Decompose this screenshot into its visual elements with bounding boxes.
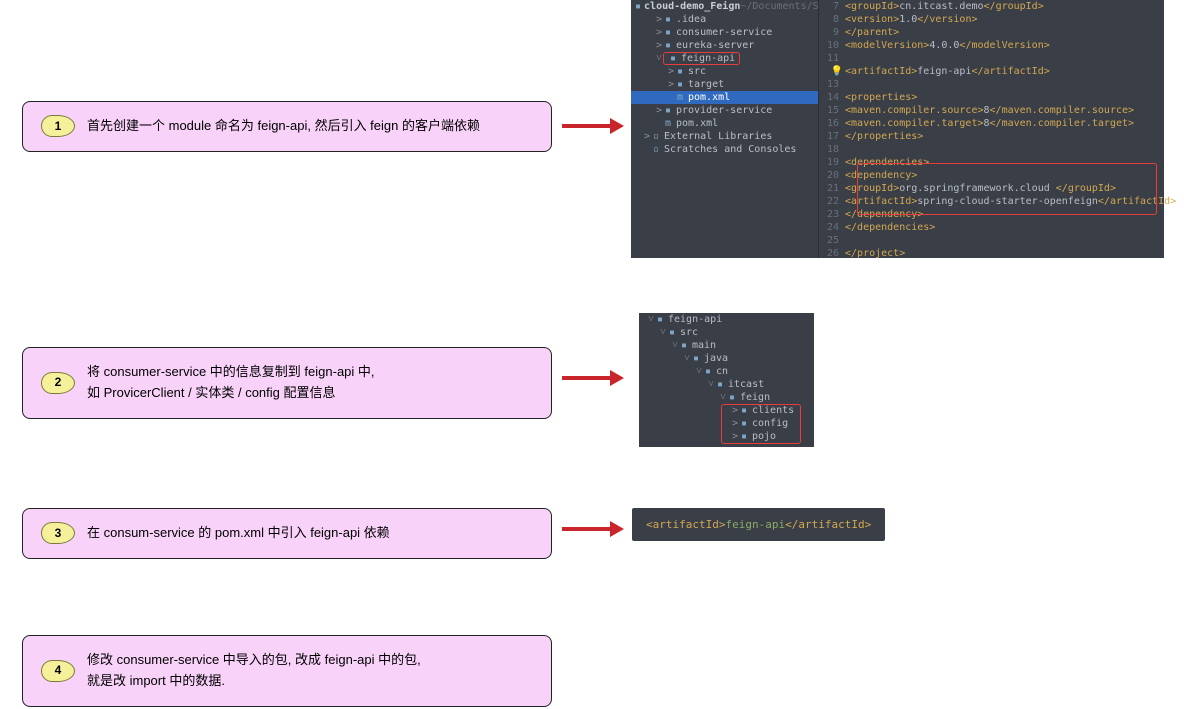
code-line: 14 <properties> bbox=[819, 91, 1164, 104]
step-1-box: 1 首先创建一个 module 命名为 feign-api, 然后引入 feig… bbox=[22, 101, 552, 152]
tree-item[interactable]: > ▪.idea bbox=[631, 13, 818, 26]
tree-item[interactable]: ˅ ▪main bbox=[639, 339, 814, 352]
artifact-snippet: <artifactId>feign-api</artifactId> bbox=[632, 508, 885, 541]
tree-item[interactable]: > ▪eureka-server bbox=[631, 39, 818, 52]
code-line: 10 <modelVersion>4.0.0</modelVersion> bbox=[819, 39, 1164, 52]
tree-item[interactable]: ▫Scratches and Consoles bbox=[631, 143, 818, 156]
code-line: 8 <version>1.0</version> bbox=[819, 13, 1164, 26]
ide-package-tree: ˅ ▪feign-api˅ ▪src˅ ▪main˅ ▪java˅ ▪cn˅ ▪… bbox=[639, 313, 814, 447]
package-highlight bbox=[721, 404, 801, 444]
code-line: 26</project> bbox=[819, 247, 1164, 260]
snippet-open: <artifactId> bbox=[646, 518, 725, 531]
tree-item[interactable]: ˅ ▪feign-api bbox=[639, 313, 814, 326]
step-4-text-2: 就是改 import 中的数据. bbox=[87, 671, 533, 692]
code-line: 15 <maven.compiler.source>8</maven.compi… bbox=[819, 104, 1164, 117]
ide-pom-editor: 7 <groupId>cn.itcast.demo</groupId>8 <ve… bbox=[819, 0, 1164, 258]
step-4-text-1: 修改 consumer-service 中导入的包, 改成 feign-api … bbox=[87, 650, 533, 671]
tree-item[interactable]: mpom.xml bbox=[631, 117, 818, 130]
tree-item[interactable]: > ▪consumer-service bbox=[631, 26, 818, 39]
arrow-1 bbox=[562, 118, 624, 134]
tree-item[interactable]: > ▪target bbox=[631, 78, 818, 91]
snippet-value: feign-api bbox=[725, 518, 785, 531]
step-3-text: 在 consum-service 的 pom.xml 中引入 feign-api… bbox=[87, 523, 533, 544]
tree-item[interactable]: ˅ ▪src bbox=[639, 326, 814, 339]
step-2-text-2: 如 ProvicerClient / 实体类 / config 配置信息 bbox=[87, 383, 533, 404]
ide-project-tree: ▪cloud-demo_Feign ~/Documents/Study/Git/… bbox=[631, 0, 819, 258]
tree-item[interactable]: > ▪provider-service bbox=[631, 104, 818, 117]
step-2-badge: 2 bbox=[41, 372, 75, 394]
tree-item[interactable]: > ▪src bbox=[631, 65, 818, 78]
step-3-box: 3 在 consum-service 的 pom.xml 中引入 feign-a… bbox=[22, 508, 552, 559]
step-3-badge: 3 bbox=[41, 522, 75, 544]
step-2-box: 2 将 consumer-service 中的信息复制到 feign-api 中… bbox=[22, 347, 552, 419]
step-4-box: 4 修改 consumer-service 中导入的包, 改成 feign-ap… bbox=[22, 635, 552, 707]
tree-item[interactable]: ˅ ▪feign bbox=[639, 391, 814, 404]
pom-dependency-highlight bbox=[857, 163, 1157, 215]
code-line: 9 </parent> bbox=[819, 26, 1164, 39]
code-line: 13 bbox=[819, 78, 1164, 91]
code-line: 💡 <artifactId>feign-api</artifactId> bbox=[819, 65, 1164, 78]
snippet-close: </artifactId> bbox=[785, 518, 871, 531]
code-line: 17 </properties> bbox=[819, 130, 1164, 143]
tree-item[interactable]: > ▫External Libraries bbox=[631, 130, 818, 143]
code-line: 25 bbox=[819, 234, 1164, 247]
code-line: 11 bbox=[819, 52, 1164, 65]
code-line: 16 <maven.compiler.target>8</maven.compi… bbox=[819, 117, 1164, 130]
code-line: 24 </dependencies> bbox=[819, 221, 1164, 234]
code-line: 7 <groupId>cn.itcast.demo</groupId> bbox=[819, 0, 1164, 13]
arrow-3 bbox=[562, 521, 624, 537]
tree-item[interactable]: ˅ ▪itcast bbox=[639, 378, 814, 391]
code-line: 18 bbox=[819, 143, 1164, 156]
project-root[interactable]: ▪cloud-demo_Feign ~/Documents/Study/Git/… bbox=[631, 0, 818, 13]
arrow-2 bbox=[562, 370, 624, 386]
step-1-badge: 1 bbox=[41, 115, 75, 137]
tree-item[interactable]: ˅ ▪feign-api bbox=[631, 52, 818, 65]
tree-item[interactable]: ˅ ▪cn bbox=[639, 365, 814, 378]
step-2-text-1: 将 consumer-service 中的信息复制到 feign-api 中, bbox=[87, 362, 533, 383]
tree-item[interactable]: mpom.xml bbox=[631, 91, 818, 104]
tree-item[interactable]: ˅ ▪java bbox=[639, 352, 814, 365]
step-1-text: 首先创建一个 module 命名为 feign-api, 然后引入 feign … bbox=[87, 116, 533, 137]
step-4-badge: 4 bbox=[41, 660, 75, 682]
